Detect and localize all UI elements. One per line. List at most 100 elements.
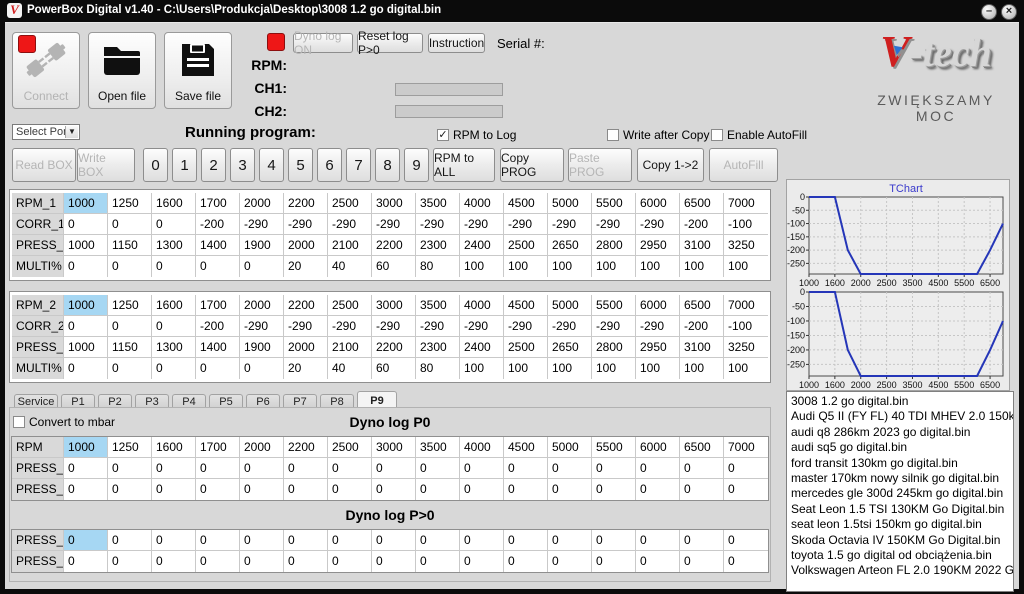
table-cell[interactable]: 2950 xyxy=(636,337,680,357)
table-cell[interactable]: 0 xyxy=(416,479,460,500)
table-cell[interactable]: 0 xyxy=(592,551,636,572)
table-cell[interactable]: 0 xyxy=(240,358,284,379)
table-cell[interactable]: 0 xyxy=(328,479,372,500)
table-cell[interactable]: 0 xyxy=(372,479,416,500)
table-cell[interactable]: 0 xyxy=(108,551,152,572)
table-cell[interactable]: 5000 xyxy=(548,437,592,457)
table-cell[interactable]: -290 xyxy=(416,316,460,336)
table-cell[interactable]: 2950 xyxy=(636,235,680,255)
table-cell[interactable]: 1250 xyxy=(108,437,152,457)
table-cell[interactable]: 4500 xyxy=(504,295,548,315)
table-cell[interactable]: 1600 xyxy=(152,295,196,315)
table-cell[interactable]: 100 xyxy=(680,256,724,277)
file-list[interactable]: 3008 1.2 go digital.binAudi Q5 II (FY FL… xyxy=(786,391,1014,592)
digit-button-6[interactable]: 6 xyxy=(317,148,342,182)
table-cell[interactable]: -290 xyxy=(636,214,680,234)
table-cell[interactable]: 2400 xyxy=(460,235,504,255)
table-cell[interactable]: 0 xyxy=(152,358,196,379)
table-cell[interactable]: -290 xyxy=(240,214,284,234)
table-cell[interactable]: 0 xyxy=(636,458,680,478)
table-cell[interactable]: 0 xyxy=(196,256,240,277)
table-cell[interactable]: 0 xyxy=(152,214,196,234)
table-cell[interactable]: 2650 xyxy=(548,337,592,357)
table-cell[interactable]: 1000 xyxy=(64,437,108,457)
table-cell[interactable]: 2000 xyxy=(240,193,284,213)
table-cell[interactable]: 100 xyxy=(460,358,504,379)
table-cell[interactable]: 2000 xyxy=(284,235,328,255)
table-cell[interactable]: 2200 xyxy=(284,437,328,457)
title-bar[interactable]: V PowerBox Digital v1.40 - C:\Users\Prod… xyxy=(0,0,1024,22)
table-cell[interactable]: 1600 xyxy=(152,437,196,457)
table-cell[interactable]: 0 xyxy=(196,358,240,379)
table-cell[interactable]: 6000 xyxy=(636,437,680,457)
rpm-to-log-checkbox[interactable]: ✓ RPM to Log xyxy=(437,128,516,142)
select-port-dropdown[interactable]: Select Port ▼ xyxy=(12,124,80,140)
minimize-button[interactable]: – xyxy=(981,4,997,20)
table-cell[interactable]: 1300 xyxy=(152,235,196,255)
table-cell[interactable]: 2400 xyxy=(460,337,504,357)
table-cell[interactable]: 3000 xyxy=(372,295,416,315)
table-cell[interactable]: 0 xyxy=(284,458,328,478)
table-cell[interactable]: 3500 xyxy=(416,295,460,315)
table-cell[interactable]: 0 xyxy=(152,256,196,277)
table-cell[interactable]: 0 xyxy=(636,551,680,572)
table-cell[interactable]: 80 xyxy=(416,256,460,277)
copy-1-to-2-button[interactable]: Copy 1->2 xyxy=(637,148,704,182)
table-cell[interactable]: -100 xyxy=(724,214,768,234)
table-cell[interactable]: 2100 xyxy=(328,235,372,255)
table-cell[interactable]: 0 xyxy=(152,551,196,572)
table-cell[interactable]: 0 xyxy=(108,316,152,336)
digit-button-4[interactable]: 4 xyxy=(259,148,284,182)
table-cell[interactable]: 80 xyxy=(416,358,460,379)
table-cell[interactable]: -200 xyxy=(680,316,724,336)
table-cell[interactable]: 0 xyxy=(504,551,548,572)
table-cell[interactable]: 0 xyxy=(328,530,372,550)
enable-autofill-checkbox[interactable]: Enable AutoFill xyxy=(711,128,807,142)
table-cell[interactable]: 0 xyxy=(724,479,768,500)
save-file-button[interactable]: Save file xyxy=(164,32,232,109)
table-cell[interactable]: 0 xyxy=(196,479,240,500)
table-cell[interactable]: -290 xyxy=(372,214,416,234)
write-after-copy-checkbox[interactable]: Write after Copy xyxy=(607,128,709,142)
table-cell[interactable]: 3500 xyxy=(416,193,460,213)
table-cell[interactable]: 2200 xyxy=(284,193,328,213)
table-cell[interactable]: 4000 xyxy=(460,437,504,457)
table-cell[interactable]: 0 xyxy=(328,551,372,572)
table-cell[interactable]: 0 xyxy=(504,458,548,478)
table-cell[interactable]: 2500 xyxy=(504,337,548,357)
table-cell[interactable]: 3500 xyxy=(416,437,460,457)
table-cell[interactable]: 1900 xyxy=(240,235,284,255)
table-cell[interactable]: 100 xyxy=(724,358,768,379)
table-cell[interactable]: 2200 xyxy=(372,235,416,255)
table-cell[interactable]: 5000 xyxy=(548,193,592,213)
table-cell[interactable]: 0 xyxy=(64,358,108,379)
table-cell[interactable]: 0 xyxy=(372,551,416,572)
table-cell[interactable]: 7000 xyxy=(724,193,768,213)
table-cell[interactable]: 0 xyxy=(372,458,416,478)
table-cell[interactable]: 1400 xyxy=(196,235,240,255)
table-cell[interactable]: 40 xyxy=(328,256,372,277)
close-button[interactable]: × xyxy=(1001,4,1017,20)
file-list-item[interactable]: audi q8 286km 2023 go digital.bin xyxy=(791,425,1009,440)
table-cell[interactable]: -290 xyxy=(592,316,636,336)
table-cell[interactable]: 0 xyxy=(240,530,284,550)
table-cell[interactable]: 2200 xyxy=(284,295,328,315)
table-cell[interactable]: 100 xyxy=(548,256,592,277)
table-cell[interactable]: 0 xyxy=(328,458,372,478)
table-cell[interactable]: 2800 xyxy=(592,337,636,357)
file-list-item[interactable]: 3008 1.2 go digital.bin xyxy=(791,394,1009,409)
table-cell[interactable]: 1250 xyxy=(108,193,152,213)
table-cell[interactable]: 0 xyxy=(460,551,504,572)
table-cell[interactable]: 0 xyxy=(240,479,284,500)
table-cell[interactable]: 100 xyxy=(636,358,680,379)
table-cell[interactable]: 0 xyxy=(240,256,284,277)
digit-button-8[interactable]: 8 xyxy=(375,148,400,182)
table-cell[interactable]: 1300 xyxy=(152,337,196,357)
table-cell[interactable]: 100 xyxy=(592,358,636,379)
table-cell[interactable]: -290 xyxy=(636,316,680,336)
file-list-item[interactable]: Volkswagen Arteon FL 2.0 190KM 2022 Go D… xyxy=(791,563,1009,578)
table-cell[interactable]: -290 xyxy=(460,316,504,336)
table-cell[interactable]: 3000 xyxy=(372,193,416,213)
digit-button-3[interactable]: 3 xyxy=(230,148,255,182)
table-cell[interactable]: 100 xyxy=(680,358,724,379)
